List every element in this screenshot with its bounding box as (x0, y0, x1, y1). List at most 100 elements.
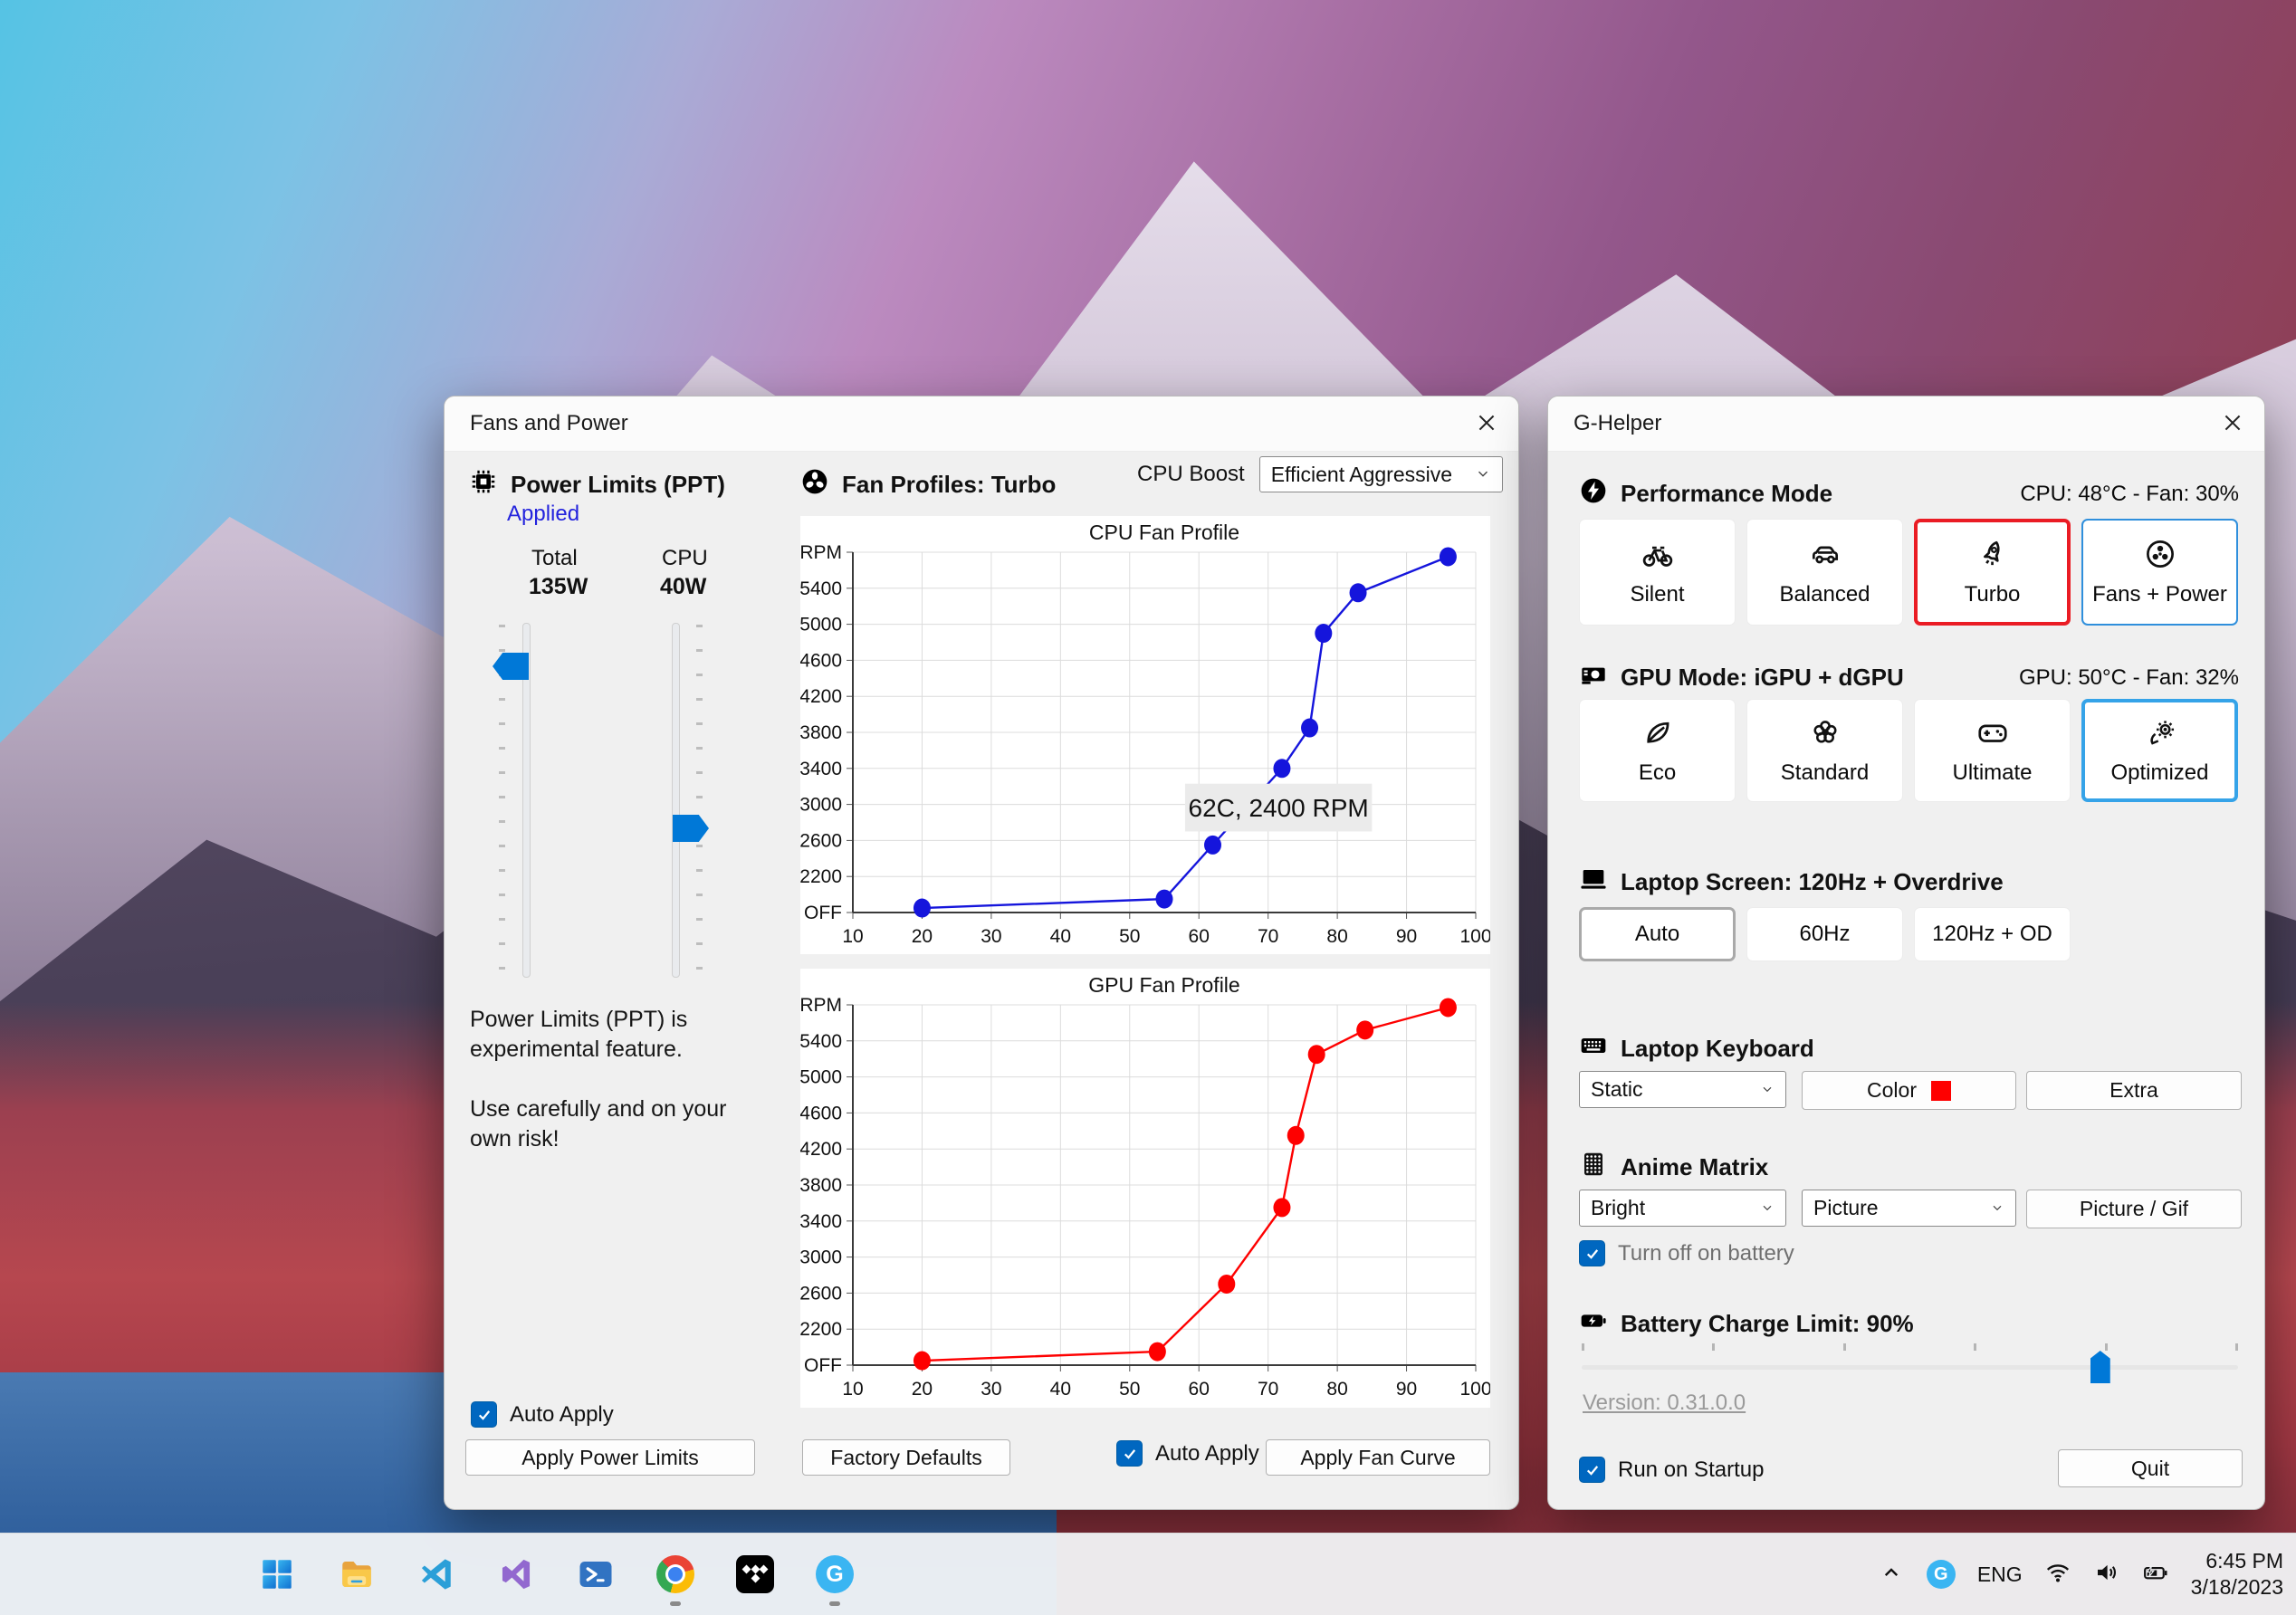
keyboard-mode-value: Static (1591, 1077, 1643, 1101)
tile-label: Standard (1780, 760, 1870, 785)
keyboard-mode-select[interactable]: Static (1579, 1071, 1786, 1108)
tray-language[interactable]: ENG (1977, 1562, 2023, 1587)
keyboard-extra-button[interactable]: Extra (2026, 1071, 2242, 1110)
ghelper-titlebar[interactable]: G-Helper (1548, 397, 2264, 452)
performance-mode-header: Performance Mode (1621, 480, 1833, 507)
run-on-startup-checkbox[interactable] (1579, 1457, 1605, 1483)
svg-text:RPM: RPM (800, 995, 842, 1016)
tray-time: 6:45 PM (2205, 1549, 2283, 1572)
optimized-button[interactable]: Optimized (2081, 699, 2238, 802)
gpu-fan-curve-chart[interactable]: 10 20 30 40 50 60 70 80 90 100 OFF 2200 2600 3000 3400… (800, 969, 1490, 1407)
svg-text:80: 80 (1326, 1379, 1347, 1400)
auto-apply-power-checkbox[interactable] (471, 1401, 497, 1428)
file-explorer-taskbar-button[interactable] (328, 1539, 386, 1610)
running-indicator (670, 1601, 681, 1606)
svg-text:3800: 3800 (800, 1175, 842, 1196)
battery-charge-slider[interactable] (1582, 1343, 2238, 1385)
ghelper-close-button[interactable] (2219, 411, 2246, 438)
gpu-fan-chart-panel: 10 20 30 40 50 60 70 80 90 100 OFF 2200 2600 3000 3400… (800, 969, 1490, 1408)
cpu-chip-icon (469, 467, 498, 502)
fans-power-button[interactable]: Fans + Power (2081, 519, 2238, 626)
auto-bulb-icon (2143, 715, 2177, 750)
laptop-screen-icon (1579, 865, 1608, 900)
quit-button[interactable]: Quit (2058, 1449, 2243, 1487)
gpu-mode-header-row: GPU Mode: iGPU + dGPU (1579, 660, 1904, 695)
tile-label: 120Hz + OD (1932, 922, 2052, 946)
running-indicator (829, 1601, 840, 1606)
auto-apply-power-row: Auto Apply (471, 1401, 614, 1428)
matrix-picture-gif-button[interactable]: Picture / Gif (2026, 1190, 2242, 1228)
matrix-brightness-select[interactable]: Bright (1579, 1190, 1786, 1227)
version-link[interactable]: Version: 0.31.0.0 (1583, 1390, 1746, 1416)
cpu-fan-chart-panel: 10 20 30 40 50 60 70 80 90 100 OFF 2200 2600 3000 3400… (800, 516, 1490, 954)
total-power-slider-thumb[interactable] (493, 653, 529, 680)
vscode-taskbar-button[interactable] (407, 1539, 465, 1610)
tray-clock[interactable]: 6:45 PM 3/18/2023 (2191, 1548, 2283, 1601)
cpu-fan-curve-chart[interactable]: 10 20 30 40 50 60 70 80 90 100 OFF 2200 2600 3000 3400… (800, 516, 1490, 954)
auto-apply-fan-row: Auto Apply (1116, 1440, 1259, 1467)
matrix-mode-select[interactable]: Picture (1802, 1190, 2016, 1227)
checkbox-check-icon (1124, 1448, 1135, 1459)
chrome-taskbar-button[interactable] (646, 1539, 704, 1610)
battery-slider-thumb[interactable] (2090, 1351, 2110, 1383)
performance-mode-icon (1579, 476, 1608, 511)
cpu-boost-row: CPU Boost Efficient Aggressive (1137, 456, 1503, 492)
svg-text:60: 60 (1189, 1379, 1210, 1400)
svg-text:10: 10 (842, 926, 863, 947)
fans-and-power-window: Fans and Power Power Limits (PPT) Applie… (444, 396, 1519, 1510)
silent-button[interactable]: Silent (1579, 519, 1736, 626)
gpu-temp-fan-status: GPU: 50°C - Fan: 32% (2018, 665, 2239, 690)
svg-text:10: 10 (842, 1379, 863, 1400)
fans-window-close-button[interactable] (1473, 411, 1500, 438)
checkbox-check-icon (478, 1410, 490, 1420)
svg-text:70: 70 (1258, 926, 1278, 947)
cpu-power-slider-thumb[interactable] (673, 815, 709, 842)
tile-label: Eco (1638, 760, 1677, 785)
cpu-slider-ticks (696, 625, 703, 974)
apply-fan-curve-button[interactable]: Apply Fan Curve (1266, 1439, 1490, 1476)
fan-profiles-header: Fan Profiles: Turbo (842, 471, 1057, 498)
tray-ghelper-icon[interactable]: G (1926, 1560, 1956, 1589)
svg-text:OFF: OFF (804, 903, 842, 923)
wifi-icon[interactable] (2044, 1559, 2071, 1591)
turbo-button[interactable]: Turbo (1914, 519, 2071, 626)
screen-mode-buttons: Auto 60Hz 120Hz + OD (1579, 907, 2071, 961)
note-line-1: Power Limits (PPT) is experimental featu… (470, 1007, 688, 1062)
svg-text:3000: 3000 (800, 1247, 842, 1268)
matrix-mode-value: Picture (1813, 1196, 1879, 1219)
visual-studio-taskbar-button[interactable] (487, 1539, 545, 1610)
cpu-boost-select[interactable]: Efficient Aggressive (1258, 456, 1503, 492)
60hz-button[interactable]: 60Hz (1746, 907, 1903, 961)
powershell-taskbar-button[interactable] (567, 1539, 625, 1610)
auto-apply-fan-checkbox[interactable] (1116, 1440, 1143, 1467)
tile-label: Balanced (1779, 582, 1870, 607)
power-limits-note: Power Limits (PPT) is experimental featu… (470, 1005, 751, 1184)
fans-window-titlebar[interactable]: Fans and Power (445, 397, 1518, 452)
tray-chevron-up-icon[interactable] (1878, 1559, 1905, 1591)
ghelper-taskbar-button[interactable]: G (806, 1539, 864, 1610)
tidal-taskbar-button[interactable] (726, 1539, 784, 1610)
run-on-startup-label: Run on Startup (1618, 1457, 1765, 1482)
svg-text:40: 40 (1050, 926, 1071, 947)
120hz-od-button[interactable]: 120Hz + OD (1914, 907, 2071, 961)
ultimate-button[interactable]: Ultimate (1914, 699, 2071, 802)
cpu-power-slider[interactable] (672, 623, 680, 978)
keyboard-color-button[interactable]: Color (1802, 1071, 2016, 1110)
factory-defaults-button[interactable]: Factory Defaults (802, 1439, 1010, 1476)
battery-tray-icon[interactable] (2142, 1559, 2169, 1591)
standard-button[interactable]: Standard (1746, 699, 1903, 802)
apply-power-limits-button[interactable]: Apply Power Limits (465, 1439, 755, 1476)
volume-icon[interactable] (2093, 1559, 2120, 1591)
battery-slider-track[interactable] (1582, 1365, 2238, 1370)
fans-window-title: Fans and Power (470, 411, 628, 435)
laptop-keyboard-header-row: Laptop Keyboard (1579, 1031, 1814, 1066)
svg-text:30: 30 (981, 926, 1001, 947)
auto-button[interactable]: Auto (1579, 907, 1736, 961)
eco-button[interactable]: Eco (1579, 699, 1736, 802)
balanced-button[interactable]: Balanced (1746, 519, 1903, 626)
start-taskbar-button[interactable] (248, 1539, 306, 1610)
run-on-startup-row: Run on Startup (1579, 1457, 1764, 1483)
turn-off-on-battery-checkbox[interactable] (1579, 1240, 1605, 1266)
gpu-mode-header: GPU Mode: iGPU + dGPU (1621, 664, 1904, 691)
svg-text:5400: 5400 (800, 578, 842, 599)
